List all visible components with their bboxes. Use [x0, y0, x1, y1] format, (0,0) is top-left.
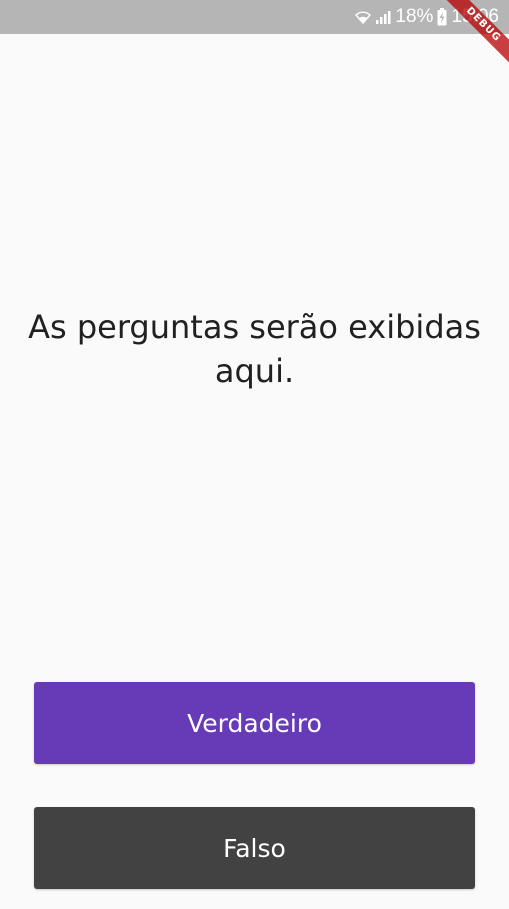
battery-charging-icon: [437, 8, 447, 26]
wifi-icon: [355, 9, 372, 25]
status-time: 15:06: [451, 6, 499, 27]
status-bar: 18% 15:06: [0, 0, 509, 34]
battery-percent: 18%: [395, 6, 434, 27]
false-button[interactable]: Falso: [34, 807, 475, 889]
true-button[interactable]: Verdadeiro: [34, 682, 475, 764]
question-text: As perguntas serão exibidas aqui.: [28, 308, 481, 390]
signal-icon: [375, 9, 391, 25]
